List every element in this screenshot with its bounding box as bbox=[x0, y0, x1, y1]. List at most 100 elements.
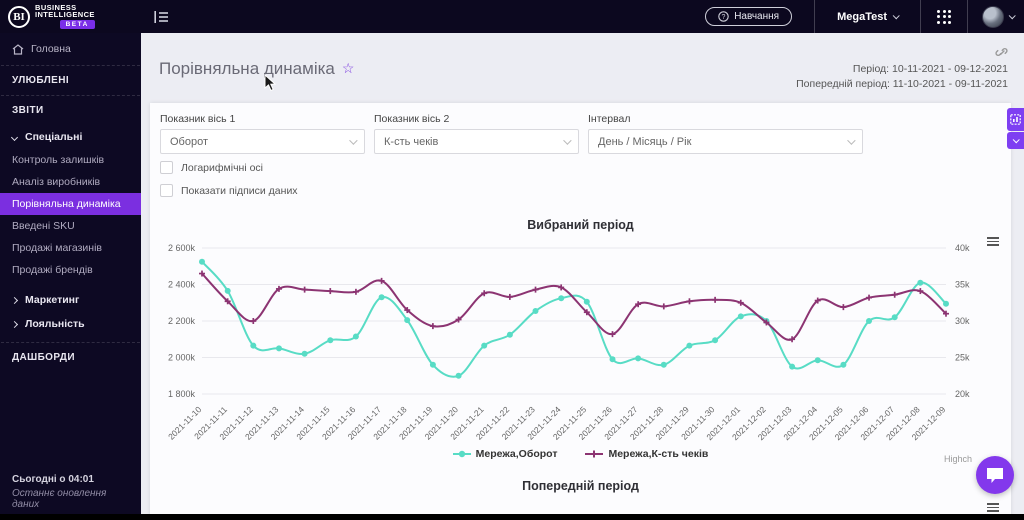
sidebar-item[interactable]: Продажі брендів bbox=[0, 259, 141, 281]
log-axes-checkbox[interactable] bbox=[160, 161, 173, 174]
axis1-select[interactable]: Оборот bbox=[160, 129, 365, 154]
svg-text:30k: 30k bbox=[955, 316, 970, 326]
sidebar-section-reports: ЗВІТИ bbox=[12, 105, 44, 116]
svg-text:20k: 20k bbox=[955, 389, 970, 399]
favorite-star-icon[interactable]: ☆ bbox=[342, 60, 355, 77]
legend-marker-plus bbox=[585, 450, 604, 458]
chevron-down-icon bbox=[1012, 136, 1020, 144]
sidebar-group[interactable]: Лояльність bbox=[0, 312, 141, 336]
chevron-right-icon bbox=[10, 320, 19, 328]
refresh-time: Сьогодні о 04:01 bbox=[12, 474, 94, 485]
collapse-panel-button[interactable] bbox=[1007, 132, 1024, 149]
page-header: Порівняльна динаміка ☆ Період: 10-11-202… bbox=[141, 33, 1024, 92]
avatar bbox=[982, 5, 1004, 28]
axis1-value: Оборот bbox=[170, 135, 209, 148]
axis1-control: Показник вісь 1 Оборот bbox=[160, 113, 365, 154]
user-menu[interactable] bbox=[968, 0, 1024, 33]
log-axes-row: Логарифмічні осі bbox=[160, 161, 1011, 174]
top-bar: BI BUSINESS INTELLIGENCE BETA ? Навчання… bbox=[0, 0, 1024, 33]
legend-marker-circle bbox=[452, 450, 471, 458]
chevron-down-icon bbox=[349, 135, 358, 145]
highcharts-watermark: Highch bbox=[943, 454, 972, 464]
interval-control: Інтервал День / Місяць / Рік bbox=[588, 113, 863, 154]
training-button[interactable]: ? Навчання bbox=[705, 7, 793, 26]
comparison-chart-canvas: 1 800k 20k 2 000k 25k 2 200k 30k 2 400k 35k 2 60… bbox=[166, 243, 970, 442]
sidebar: Головна УЛЮБЛЕНІ ЗВІТИ Спеціальні Контро… bbox=[0, 33, 141, 514]
chart-settings-button[interactable] bbox=[1007, 108, 1024, 131]
support-chat-button[interactable] bbox=[976, 456, 1014, 494]
sidebar-section-dashboards: ДАШБОРДИ bbox=[12, 352, 75, 363]
sidebar-collapse-icon[interactable] bbox=[154, 10, 170, 24]
side-panel-buttons bbox=[1007, 108, 1024, 149]
report-controls: Показник вісь 1 Оборот Показник вісь 2 К… bbox=[150, 103, 1011, 154]
sidebar-collapsed-groups: Маркетинг Лояльність bbox=[0, 288, 141, 336]
data-refresh-info: Сьогодні о 04:01 Останнє оновлення даних bbox=[12, 474, 135, 510]
beta-badge: BETA bbox=[59, 20, 95, 29]
legend-label: Мережа,Оборот bbox=[475, 448, 558, 460]
data-labels-label: Показати підписи даних bbox=[181, 184, 298, 197]
sidebar-group-special[interactable]: Спеціальні bbox=[0, 125, 141, 149]
account-switcher[interactable]: MegaTest bbox=[815, 0, 920, 33]
page-title: Порівняльна динаміка ☆ bbox=[159, 58, 355, 78]
selected-period-chart: 1 800k 20k 2 000k 25k 2 200k 30k 2 400k 35k 2 60… bbox=[150, 236, 1011, 448]
chevron-down-icon bbox=[847, 135, 856, 145]
axis2-select[interactable]: К-сть чеків bbox=[374, 129, 579, 154]
share-link-icon[interactable] bbox=[995, 47, 1008, 60]
chart-title: Вибраний період bbox=[527, 218, 634, 232]
sidebar-item-home[interactable]: Головна bbox=[0, 33, 141, 65]
chart-context-menu-button[interactable] bbox=[987, 237, 999, 246]
chevron-right-icon bbox=[10, 296, 19, 304]
sidebar-section-favorites: УЛЮБЛЕНІ bbox=[12, 75, 69, 86]
chevron-down-icon bbox=[563, 135, 572, 145]
previous-period: Попередній період: 11-10-2021 - 09-11-20… bbox=[796, 78, 1008, 90]
previous-period-chart-title: Попередній період bbox=[522, 479, 639, 493]
sidebar-item[interactable]: Контроль залишків bbox=[0, 149, 141, 171]
logo-mark: BI bbox=[8, 5, 30, 28]
svg-text:2 600k: 2 600k bbox=[168, 243, 196, 253]
grid-icon bbox=[937, 9, 951, 24]
chevron-down-icon bbox=[892, 12, 900, 20]
sidebar-item[interactable]: Продажі магазинів bbox=[0, 237, 141, 259]
svg-text:25k: 25k bbox=[955, 353, 970, 363]
bottom-taskbar bbox=[0, 514, 1024, 520]
sidebar-group-label: Спеціальні bbox=[25, 131, 83, 143]
training-label: Навчання bbox=[734, 11, 780, 22]
interval-select[interactable]: День / Місяць / Рік bbox=[588, 129, 863, 154]
chevron-down-icon bbox=[1008, 12, 1016, 20]
chart2-context-menu-button[interactable] bbox=[987, 503, 999, 512]
sidebar-item[interactable]: Аналіз виробників bbox=[0, 171, 141, 193]
chevron-down-icon bbox=[10, 133, 19, 141]
sidebar-item[interactable]: Введені SKU bbox=[0, 215, 141, 237]
data-labels-checkbox[interactable] bbox=[160, 184, 173, 197]
svg-text:2 400k: 2 400k bbox=[168, 280, 196, 290]
home-icon bbox=[12, 43, 24, 55]
legend-item[interactable]: Мережа,Оборот bbox=[452, 448, 558, 460]
axis1-label: Показник вісь 1 bbox=[160, 113, 236, 125]
sidebar-group[interactable]: Маркетинг bbox=[0, 288, 141, 312]
data-labels-row: Показати підписи даних bbox=[160, 184, 1011, 197]
legend-item[interactable]: Мережа,К-сть чеків bbox=[585, 448, 708, 460]
report-card: Показник вісь 1 Оборот Показник вісь 2 К… bbox=[150, 103, 1011, 514]
axis2-value: К-сть чеків bbox=[384, 135, 439, 148]
svg-text:?: ? bbox=[722, 14, 726, 21]
svg-text:2 000k: 2 000k bbox=[168, 353, 196, 363]
axis2-control: Показник вісь 2 К-сть чеків bbox=[374, 113, 579, 154]
apps-grid-button[interactable] bbox=[921, 0, 967, 33]
svg-text:40k: 40k bbox=[955, 243, 970, 253]
legend-label: Мережа,К-сть чеків bbox=[608, 448, 709, 460]
current-period: Період: 10-11-2021 - 09-12-2021 bbox=[852, 63, 1008, 75]
sidebar-item[interactable]: Порівняльна динаміка bbox=[0, 193, 141, 215]
app-logo[interactable]: BI BUSINESS INTELLIGENCE BETA bbox=[0, 0, 141, 33]
period-info: Період: 10-11-2021 - 09-12-2021 Попередн… bbox=[796, 45, 1008, 92]
help-circle-icon: ? bbox=[718, 11, 729, 22]
main-content: Порівняльна динаміка ☆ Період: 10-11-202… bbox=[141, 33, 1024, 514]
sidebar-home-label: Головна bbox=[31, 43, 71, 55]
svg-text:2 200k: 2 200k bbox=[168, 316, 196, 326]
account-name: MegaTest bbox=[837, 10, 887, 23]
refresh-caption: Останнє оновлення даних bbox=[12, 488, 107, 510]
interval-label: Інтервал bbox=[588, 113, 631, 125]
chart-legend: Мережа,Оборот Мережа,К-сть чеків bbox=[150, 448, 1011, 460]
log-axes-label: Логарифмічні осі bbox=[181, 161, 264, 174]
sidebar-special-items: Контроль залишків Аналіз виробників Порівн… bbox=[0, 149, 141, 281]
chat-bubble-icon bbox=[987, 468, 1003, 483]
